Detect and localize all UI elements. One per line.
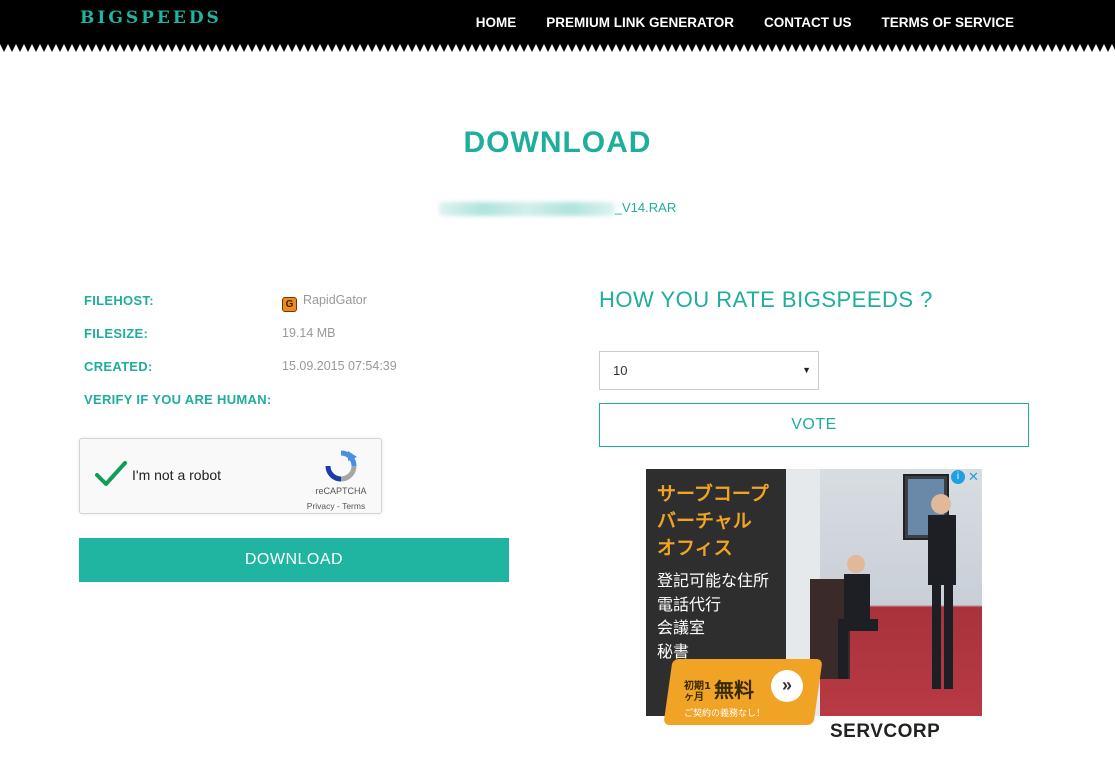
site-logo[interactable]: BIGSPEEDS [80,8,222,28]
rating-select[interactable]: 10 ▼ [599,351,819,390]
ad-title: サーブコープ バーチャル オフィス [657,481,769,562]
recaptcha-privacy-terms[interactable]: Privacy - Terms [296,501,376,511]
main-nav: HOME PREMIUM LINK GENERATOR CONTACT US T… [476,0,1115,44]
filesize-value: 19.14 MB [282,326,336,340]
filesize-label: FILESIZE: [84,326,149,341]
file-name: _V14.RAR [0,200,1115,216]
filehost-value: G RapidGator [282,293,367,312]
recaptcha-logo-icon [325,450,357,482]
rating-title: HOW YOU RATE BIGSPEEDS ? [599,287,933,312]
nav-contact-us[interactable]: CONTACT US [764,15,852,30]
checkmark-icon[interactable] [94,459,128,489]
ad-title-line-1: サーブコープ [657,483,769,505]
recaptcha-brand: reCAPTCHA [315,486,367,496]
ad-title-line-2: バーチャル [657,510,752,532]
header-zigzag-edge [0,44,1115,52]
ad-service-1: 登記可能な住所 [657,571,770,590]
page-title: DOWNLOAD [463,126,652,159]
rating-selected-value: 10 [613,363,628,378]
verify-label: VERIFY IF YOU ARE HUMAN: [84,392,272,407]
advertisement-banner[interactable]: サーブコープ バーチャル オフィス 登記可能な住所 電話代行 会議室 秘書 初期… [646,469,982,749]
ad-service-2: 電話代行 [657,594,722,614]
ad-badge-sub: ご契約の義務なし！ [684,709,766,719]
dropdown-arrow-icon: ▼ [802,365,811,375]
download-button[interactable]: DOWNLOAD [79,538,509,582]
nav-premium-link-generator[interactable]: PREMIUM LINK GENERATOR [546,15,734,30]
nav-home[interactable]: HOME [476,15,517,30]
close-icon[interactable]: ✕ [968,469,979,485]
ad-services: 登記可能な住所 電話代行 会議室 秘書 [657,569,769,663]
filehost-name: RapidGator [303,293,367,307]
vote-button[interactable]: VOTE [599,403,1029,447]
created-label: CREATED: [84,359,153,374]
top-navigation-bar: BIGSPEEDS HOME PREMIUM LINK GENERATOR CO… [0,0,1115,44]
chevron-double-right-icon[interactable]: » [771,670,803,702]
info-icon[interactable]: i [951,470,965,484]
recaptcha-label[interactable]: I'm not a robot [132,467,221,483]
created-value: 15.09.2015 07:54:39 [282,359,397,373]
ad-service-3: 会議室 [657,618,706,637]
ad-brand: SERVCORP [830,721,941,742]
rapidgator-icon: G [282,297,297,312]
ad-badge-free: 無料 [714,678,754,702]
file-name-suffix: _V14.RAR [614,200,677,215]
ad-badge-main: 初期1ヶ月 無料 [684,674,754,703]
blurred-file-name [438,201,615,216]
nav-terms-of-service[interactable]: TERMS OF SERVICE [881,15,1014,30]
ad-title-line-3: オフィス [657,537,733,559]
recaptcha-widget: I'm not a robot reCAPTCHA Privacy - Term… [79,438,382,514]
ad-badge-prefix: 初期1ヶ月 [684,680,711,703]
filehost-label: FILEHOST: [84,293,154,308]
